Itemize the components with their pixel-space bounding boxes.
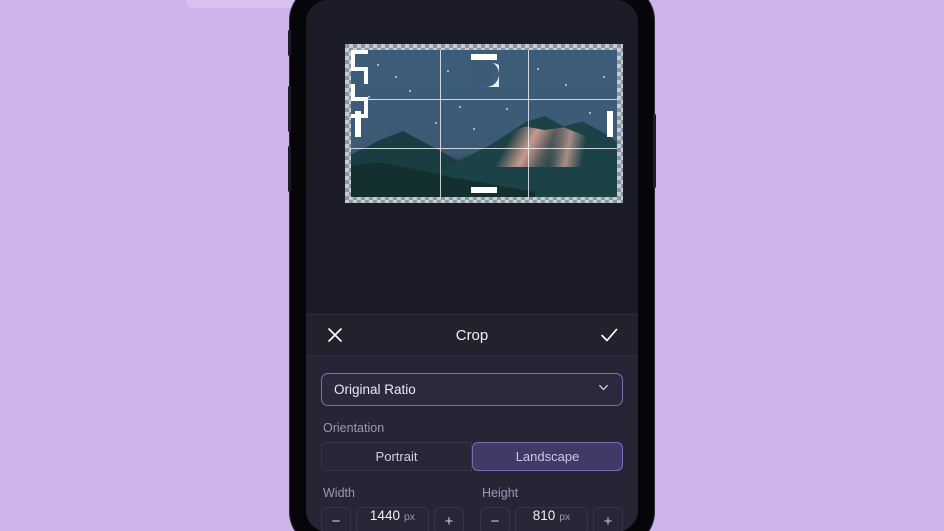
star [377,64,379,66]
orientation-segmented-control: Portrait Landscape [321,442,623,471]
crop-stage [306,0,638,314]
star [447,70,449,72]
star [565,84,567,86]
phone-volume-down-button[interactable] [288,146,291,192]
check-icon[interactable] [596,322,622,348]
star [435,122,437,124]
star [537,68,539,70]
crop-handle-top-right[interactable] [351,67,368,84]
aspect-ratio-select[interactable]: Original Ratio [321,373,623,406]
star [603,76,605,78]
width-increment-button[interactable]: + [434,507,464,531]
height-unit: px [559,511,571,523]
orientation-option-landscape[interactable]: Landscape [472,442,623,471]
height-input[interactable]: 810 px [515,507,588,531]
star [589,112,591,114]
width-stepper: − 1440 px + [321,507,464,531]
panel-title: Crop [455,326,489,344]
crop-frame[interactable] [345,44,623,203]
width-unit: px [403,511,416,523]
crop-toolbar: Crop [306,314,638,356]
width-label: Width [323,486,355,500]
chevron-down-icon [597,381,610,399]
dimensions-row: Width − 1440 px + Height − 810 px + [321,471,623,531]
grid-line-horizontal [351,98,617,100]
height-increment-button[interactable]: + [593,507,623,531]
height-stepper: − 810 px + [480,507,623,531]
orientation-option-portrait[interactable]: Portrait [321,442,472,471]
grid-line-vertical [439,50,441,197]
crop-handle-bottom[interactable] [471,187,497,193]
height-field-group: Height − 810 px + [480,471,623,531]
star [409,90,411,92]
width-input[interactable]: 1440 px [356,507,429,531]
star [506,108,508,110]
crop-image-preview[interactable] [351,50,617,197]
grid-line-vertical [528,50,530,197]
crop-handle-top-left[interactable] [351,50,368,67]
phone-volume-up-button[interactable] [288,86,291,132]
phone-device-frame: Crop Original Ratio Orientation Portrait [288,0,656,531]
phone-screen: Crop Original Ratio Orientation Portrait [306,0,638,531]
close-icon[interactable] [322,322,348,348]
backdrop-highlight [186,0,306,8]
star [459,106,461,108]
crop-handle-top[interactable] [471,54,497,60]
height-decrement-button[interactable]: − [480,507,510,531]
width-value: 1440 [369,508,400,523]
orientation-label: Orientation [323,421,385,435]
height-value: 810 [532,508,556,523]
star [395,76,397,78]
phone-silent-switch[interactable] [288,30,291,56]
phone-power-button[interactable] [653,114,656,188]
crop-handle-left[interactable] [355,110,361,137]
height-label: Height [482,486,519,500]
width-decrement-button[interactable]: − [321,507,351,531]
star [368,96,370,98]
width-field-group: Width − 1440 px + [321,471,464,531]
crop-options-panel: Original Ratio Orientation Portrait Land… [306,356,638,531]
crescent-moon [473,61,499,87]
star [473,128,475,130]
grid-line-horizontal [351,147,617,149]
aspect-ratio-value: Original Ratio [334,382,416,397]
crop-handle-right[interactable] [607,110,613,137]
